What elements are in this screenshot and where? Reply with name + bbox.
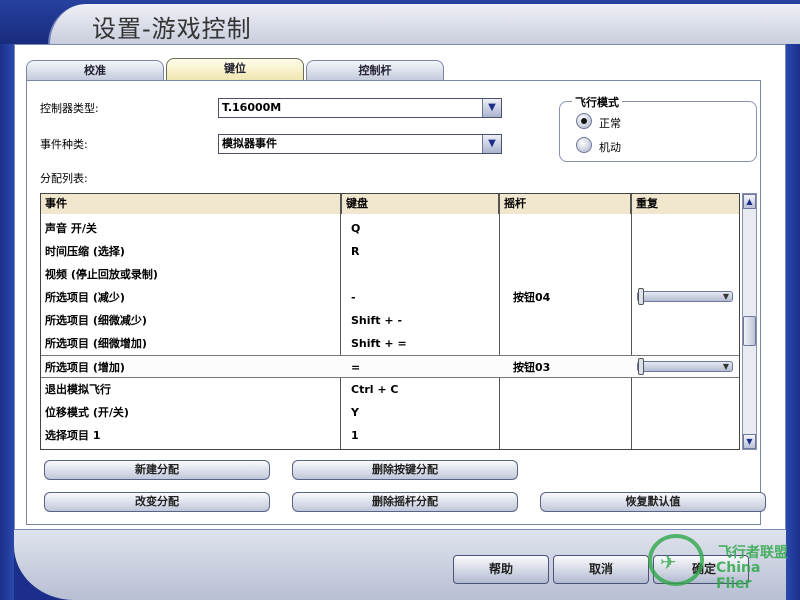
cell-keyboard: - xyxy=(351,291,356,304)
radio-maneuver-label: 机动 xyxy=(599,141,621,154)
new-assign-button[interactable]: 新建分配 xyxy=(44,460,270,480)
cell-keyboard: Shift + - xyxy=(351,314,403,327)
cell-keyboard: R xyxy=(351,245,360,258)
table-row[interactable]: 视频 (停止回放或录制) xyxy=(41,263,739,286)
cell-keyboard: Ctrl + C xyxy=(351,383,399,396)
event-type-label: 事件种类: xyxy=(40,138,88,151)
slider-end-icon: ▼ xyxy=(722,362,729,371)
cell-keyboard: Shift + = xyxy=(351,337,407,350)
window-frame-left xyxy=(0,44,14,600)
flight-mode-group: 飞行模式 正常 机动 xyxy=(559,94,757,162)
controller-type-select[interactable]: T.16000M ▼ xyxy=(218,98,502,118)
help-button[interactable]: 帮助 xyxy=(453,555,549,584)
chevron-down-icon[interactable]: ▼ xyxy=(482,135,501,153)
cell-event: 选择项目 1 xyxy=(45,429,101,442)
cell-keyboard: Y xyxy=(351,406,359,419)
restore-defaults-button[interactable]: 恢复默认值 xyxy=(540,492,766,512)
table-row[interactable]: 位移模式 (开/关) Y xyxy=(41,401,739,424)
cancel-button[interactable]: 取消 xyxy=(553,555,649,584)
cell-event: 声音 开/关 xyxy=(45,222,97,235)
table-row[interactable]: 所选项目 (细微减少) Shift + - xyxy=(41,309,739,332)
watermark: ✈ 飞行者联盟 China Flier xyxy=(640,528,800,598)
cell-joystick: 按钮03 xyxy=(513,361,551,374)
cell-event: 所选项目 (增加) xyxy=(45,361,125,374)
window-title: 设置-游戏控制 xyxy=(92,15,252,43)
watermark-en: China Flier xyxy=(716,560,761,592)
cell-keyboard: Q xyxy=(351,222,361,235)
table-row[interactable]: 时间压缩 (选择) R xyxy=(41,240,739,263)
assign-list-label: 分配列表: xyxy=(40,172,88,185)
repeat-slider[interactable]: ▼ xyxy=(637,288,733,305)
scroll-down-icon[interactable]: ▼ xyxy=(743,434,756,449)
table-row[interactable]: 所选项目 (细微增加) Shift + = xyxy=(41,332,739,355)
scroll-up-icon[interactable]: ▲ xyxy=(743,194,756,209)
table-row[interactable]: 所选项目 (增加) = 按钮03 ▼ xyxy=(41,355,739,378)
slider-thumb[interactable] xyxy=(638,288,644,305)
window-frame-right xyxy=(786,44,800,600)
cell-event: 所选项目 (细微增加) xyxy=(45,337,147,350)
chevron-down-icon[interactable]: ▼ xyxy=(482,99,501,117)
change-assign-button[interactable]: 改变分配 xyxy=(44,492,270,512)
table-row[interactable]: 声音 开/关 Q xyxy=(41,217,739,240)
col-header-repeat[interactable]: 重复 xyxy=(632,194,739,214)
repeat-slider[interactable]: ▼ xyxy=(637,358,733,375)
cell-event: 位移模式 (开/关) xyxy=(45,406,129,419)
tab-calibration[interactable]: 校准 xyxy=(26,60,164,80)
table-row[interactable]: 选择项目 1 1 xyxy=(41,424,739,447)
controller-type-label: 控制器类型: xyxy=(40,102,99,115)
watermark-cn: 飞行者联盟 xyxy=(718,545,788,561)
cell-event: 所选项目 (细微减少) xyxy=(45,314,147,327)
table-header: 事件 键盘 摇杆 重复 xyxy=(41,194,739,214)
cell-event: 所选项目 (减少) xyxy=(45,291,125,304)
tab-key-assignment[interactable]: 键位 xyxy=(166,58,304,80)
radio-normal[interactable] xyxy=(576,113,592,129)
slider-end-icon: ▼ xyxy=(722,292,729,301)
col-header-joystick[interactable]: 摇杆 xyxy=(500,194,632,214)
tab-control-axes[interactable]: 控制杆 xyxy=(306,60,444,80)
controller-type-value: T.16000M xyxy=(222,101,282,114)
cell-event: 视频 (停止回放或录制) xyxy=(45,268,158,281)
radio-normal-label: 正常 xyxy=(599,117,621,130)
cell-keyboard: 1 xyxy=(351,429,359,442)
slider-thumb[interactable] xyxy=(638,358,644,375)
table-row[interactable]: 退出模拟飞行 Ctrl + C xyxy=(41,378,739,401)
event-type-value: 模拟器事件 xyxy=(222,137,277,150)
cell-keyboard: = xyxy=(351,361,361,374)
scroll-thumb[interactable] xyxy=(743,316,756,346)
col-header-event[interactable]: 事件 xyxy=(41,194,342,214)
table-row[interactable]: 所选项目 (减少) - 按钮04 ▼ xyxy=(41,286,739,309)
cell-event: 退出模拟飞行 xyxy=(45,383,111,396)
assign-table: 事件 键盘 摇杆 重复 声音 开/关 Q 时间压缩 (选择) R 视频 (停止回放或录制… xyxy=(40,193,740,450)
radio-maneuver[interactable] xyxy=(576,137,592,153)
col-header-keyboard[interactable]: 键盘 xyxy=(342,194,500,214)
event-type-select[interactable]: 模拟器事件 ▼ xyxy=(218,134,502,154)
delete-joystick-assign-button[interactable]: 删除摇杆分配 xyxy=(292,492,518,512)
table-scrollbar[interactable]: ▲ ▼ xyxy=(742,193,757,450)
flight-mode-title: 飞行模式 xyxy=(572,94,622,110)
delete-key-assign-button[interactable]: 删除按键分配 xyxy=(292,460,518,480)
plane-icon: ✈ xyxy=(660,550,677,574)
cell-joystick: 按钮04 xyxy=(513,291,551,304)
cell-event: 时间压缩 (选择) xyxy=(45,245,125,258)
